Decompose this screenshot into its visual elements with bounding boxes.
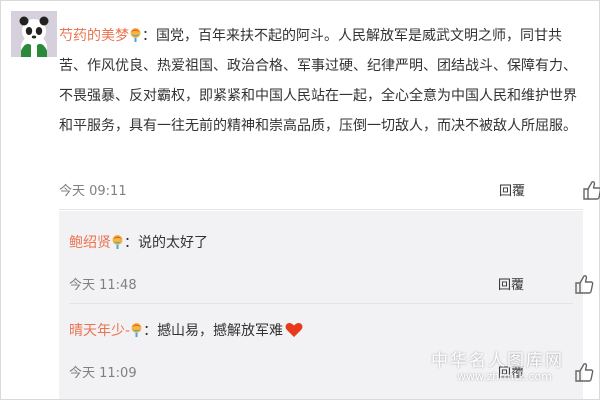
reply-body: 晴天年少- ：撼山易，撼解放军难 bbox=[69, 321, 573, 341]
watermark-title: 中华名人图库网 bbox=[431, 351, 564, 371]
reply-button[interactable]: 回覆 bbox=[498, 274, 524, 293]
reply-time: 今天 11:48 bbox=[69, 278, 137, 293]
user-badge-icon bbox=[112, 235, 123, 249]
colon-separator: ： bbox=[142, 28, 156, 44]
user-badge-icon bbox=[130, 28, 141, 42]
reply-item: 鲍绍贤 ：说的太好了 今天 11:48 回覆 1 bbox=[69, 233, 600, 294]
reply-divider bbox=[69, 303, 573, 304]
panda-avatar-icon bbox=[11, 11, 57, 57]
user-avatar[interactable] bbox=[11, 11, 57, 57]
user-badge-icon bbox=[131, 323, 142, 337]
red-heart-icon bbox=[285, 322, 303, 337]
watermark-url: www.zhrmtk.com bbox=[457, 370, 552, 383]
reply-username[interactable]: 鲍绍贤 bbox=[69, 235, 111, 251]
main-comment-meta: 今天 09:11 回覆 26 bbox=[59, 177, 600, 201]
reply-username[interactable]: 晴天年少- bbox=[69, 323, 130, 339]
reply-text: 说的太好了 bbox=[138, 235, 208, 251]
comment-panel: 芍药的美梦 ：国党，百年来扶不起的阿斗。人民解放军是威武文明之师，同甘共苦、作风优… bbox=[0, 0, 600, 400]
reply-body: 鲍绍贤 ：说的太好了 bbox=[69, 233, 573, 253]
main-comment-body: 芍药的美梦 ：国党，百年来扶不起的阿斗。人民解放军是威武文明之师，同甘共苦、作风优… bbox=[59, 21, 589, 141]
reply-time: 今天 11:09 bbox=[69, 366, 137, 381]
thumbs-up-icon bbox=[583, 181, 600, 200]
reply-text: 撼山易，撼解放军难 bbox=[157, 323, 284, 339]
colon-separator: ： bbox=[124, 235, 138, 251]
main-comment-username[interactable]: 芍药的美梦 bbox=[59, 28, 129, 44]
divider bbox=[59, 209, 583, 210]
reply-item: 晴天年少-：撼山易，撼解放军难 今天 11:09 回覆 1 bbox=[69, 321, 600, 382]
reply-meta: 今天 11:48 回覆 1 bbox=[69, 271, 600, 295]
main-comment-text: 国党，百年来扶不起的阿斗。人民解放军是威武文明之师，同甘共苦、作风优良、热爱祖国… bbox=[59, 28, 577, 134]
reply-button[interactable]: 回覆 bbox=[499, 180, 525, 199]
thumbs-up-icon bbox=[575, 275, 594, 294]
main-comment-time: 今天 09:11 bbox=[59, 184, 127, 199]
watermark: 中华名人图库网 www.zhrmtk.com bbox=[431, 346, 581, 396]
colon-separator: ： bbox=[143, 323, 158, 339]
